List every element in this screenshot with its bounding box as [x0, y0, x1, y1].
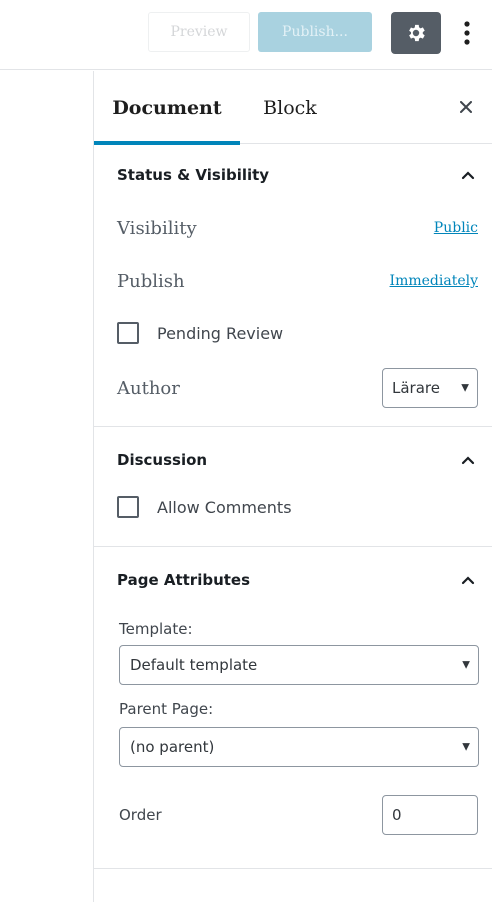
order-row: Order 0 — [94, 781, 492, 849]
visibility-row: Visibility Public — [94, 206, 492, 250]
author-label: Author — [117, 377, 180, 399]
order-value: 0 — [392, 806, 402, 824]
visibility-link[interactable]: Public — [434, 220, 478, 236]
gear-icon — [409, 24, 425, 42]
pending-review-label: Pending Review — [157, 323, 284, 343]
preview-button[interactable]: Preview — [148, 12, 250, 52]
author-value: Lärare — [392, 379, 440, 397]
editor-toolbar: Preview Publish... — [0, 0, 492, 70]
publish-date-link[interactable]: Immediately — [390, 273, 478, 289]
page-attributes-toggle[interactable]: Page Attributes — [94, 547, 492, 613]
more-options-button[interactable] — [452, 14, 482, 52]
publish-row: Publish Immediately — [94, 250, 492, 312]
allow-comments-label: Allow Comments — [157, 497, 292, 517]
settings-sidebar: Document Block Status & Visibility Visib… — [93, 71, 492, 902]
template-select[interactable]: Default template ▼ — [119, 645, 479, 685]
author-row: Author Lärare ▼ — [94, 354, 492, 422]
chevron-up-icon — [461, 456, 475, 465]
order-input[interactable]: 0 — [382, 795, 478, 835]
template-label: Template: — [119, 620, 193, 638]
tab-block[interactable]: Block — [246, 71, 334, 144]
author-select[interactable]: Lärare ▼ — [382, 368, 478, 408]
status-visibility-toggle[interactable]: Status & Visibility — [94, 144, 492, 206]
panel-title: Page Attributes — [117, 571, 251, 589]
dropdown-arrow-icon: ▼ — [462, 741, 470, 753]
order-label: Order — [119, 806, 162, 824]
close-icon — [460, 101, 472, 113]
vertical-ellipsis-icon — [464, 21, 470, 45]
page-attributes-panel: Page Attributes Template: Default templa… — [94, 547, 492, 869]
pending-review-checkbox[interactable] — [117, 322, 139, 344]
pending-review-row: Pending Review — [94, 312, 492, 354]
parent-page-select[interactable]: (no parent) ▼ — [119, 727, 479, 767]
allow-comments-checkbox[interactable] — [117, 496, 139, 518]
chevron-up-icon — [461, 171, 475, 180]
chevron-up-icon — [461, 576, 475, 585]
sidebar-tabs: Document Block — [94, 71, 492, 145]
settings-button[interactable] — [391, 12, 441, 54]
template-value: Default template — [130, 656, 258, 674]
discussion-panel: Discussion Allow Comments — [94, 427, 492, 547]
publish-label: Publish — [117, 270, 185, 292]
discussion-toggle[interactable]: Discussion — [94, 427, 492, 493]
close-sidebar-button[interactable] — [454, 95, 478, 119]
dropdown-arrow-icon: ▼ — [461, 382, 469, 394]
visibility-label: Visibility — [117, 217, 197, 239]
allow-comments-row: Allow Comments — [94, 493, 492, 521]
panel-title: Status & Visibility — [117, 166, 270, 184]
panel-title: Discussion — [117, 451, 208, 469]
publish-button[interactable]: Publish... — [258, 12, 372, 52]
parent-page-label: Parent Page: — [119, 700, 214, 718]
parent-page-value: (no parent) — [130, 738, 215, 756]
tab-document[interactable]: Document — [94, 71, 240, 145]
status-visibility-panel: Status & Visibility Visibility Public Pu… — [94, 144, 492, 427]
dropdown-arrow-icon: ▼ — [462, 659, 470, 671]
